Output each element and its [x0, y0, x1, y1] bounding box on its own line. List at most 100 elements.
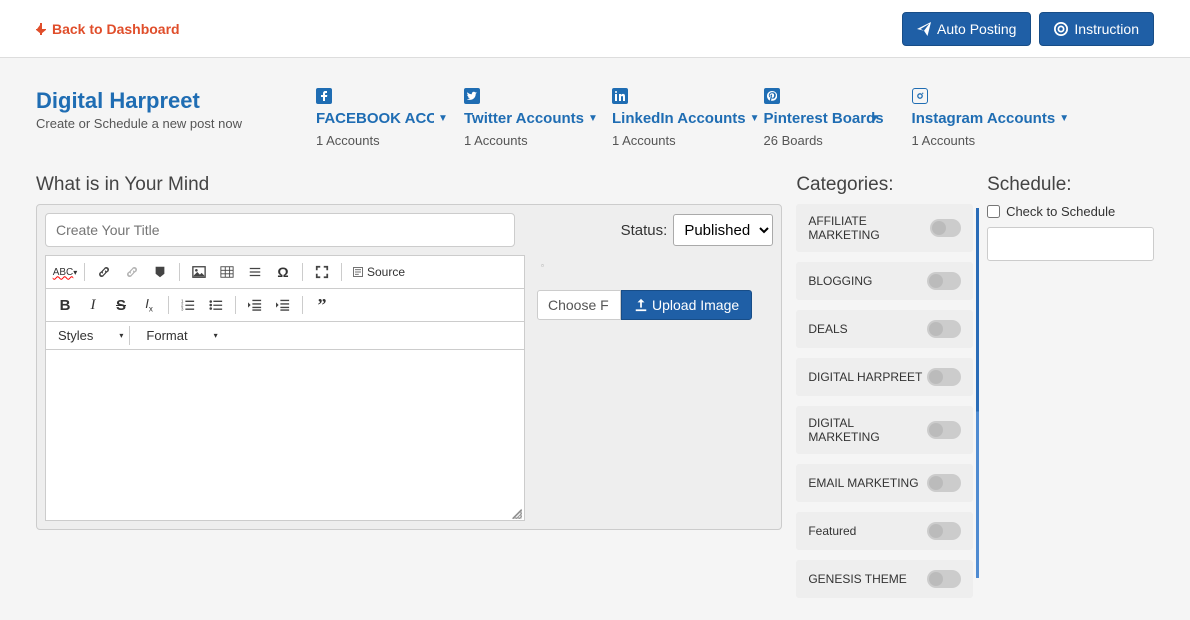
numbered-list-button[interactable]: 123 — [175, 293, 201, 317]
scrollbar[interactable] — [976, 208, 979, 578]
blockquote-button[interactable]: ” — [309, 293, 335, 317]
upload-label: Upload Image — [652, 297, 739, 313]
editor-section-title: What is in Your Mind — [36, 174, 782, 196]
schedule-date-input[interactable] — [987, 227, 1154, 261]
linkedin-icon — [612, 88, 628, 104]
choose-file-input[interactable]: Choose F — [537, 290, 621, 320]
anchor-button[interactable] — [147, 260, 173, 284]
category-item: BLOGGING — [796, 262, 973, 300]
table-button[interactable] — [214, 260, 240, 284]
topbar: Back to Dashboard Auto Posting Instructi… — [0, 0, 1190, 58]
caret-icon: ▼ — [1059, 113, 1069, 124]
image-button[interactable] — [186, 260, 212, 284]
brand-block: Digital Harpreet Create or Schedule a ne… — [36, 88, 296, 131]
brand-title: Digital Harpreet — [36, 88, 296, 114]
editor-column: What is in Your Mind Status: Published A… — [36, 174, 782, 608]
categories-title: Categories: — [796, 174, 973, 196]
paper-plane-icon — [917, 22, 931, 36]
styles-dropdown[interactable]: Styles▾ — [52, 326, 130, 345]
account-label: Instagram Accounts▼ — [912, 110, 1070, 127]
separator — [302, 263, 303, 281]
toggle[interactable] — [927, 272, 961, 290]
schedule-column: Schedule: Check to Schedule — [987, 174, 1154, 608]
categories-column: Categories: AFFILIATE MARKETING BLOGGING… — [796, 174, 973, 608]
schedule-check-label: Check to Schedule — [1006, 204, 1115, 219]
toggle[interactable] — [927, 522, 961, 540]
toggle[interactable] — [927, 474, 961, 492]
account-sub: 26 Boards — [764, 133, 823, 148]
schedule-checkbox-wrap[interactable]: Check to Schedule — [987, 204, 1154, 219]
specialchar-button[interactable]: Ω — [270, 260, 296, 284]
editor-box: Status: Published ABC▾ — [36, 204, 782, 530]
caret-icon: ▼ — [588, 113, 598, 124]
schedule-checkbox[interactable] — [987, 205, 1000, 218]
separator — [84, 263, 85, 281]
instagram-icon — [912, 88, 928, 104]
twitter-icon — [464, 88, 480, 104]
life-ring-icon — [1054, 22, 1068, 36]
upload-row: Choose F Upload Image — [537, 290, 773, 320]
auto-posting-button[interactable]: Auto Posting — [902, 12, 1031, 46]
back-to-dashboard-link[interactable]: Back to Dashboard — [36, 21, 180, 37]
account-label: Pinterest Boards▼ — [764, 110, 880, 127]
instruction-label: Instruction — [1074, 21, 1139, 37]
editor-body: ABC▾ Ω — [45, 255, 773, 521]
upload-icon — [634, 298, 648, 312]
facebook-icon — [316, 88, 332, 104]
instruction-button[interactable]: Instruction — [1039, 12, 1154, 46]
toggle[interactable] — [927, 570, 961, 588]
caret-icon: ▼ — [870, 113, 880, 124]
maximize-button[interactable] — [309, 260, 335, 284]
account-instagram[interactable]: Instagram Accounts▼ 1 Accounts — [912, 88, 1070, 148]
account-twitter[interactable]: Twitter Accounts▼ 1 Accounts — [464, 88, 608, 148]
editor-top-inputs: Status: Published — [45, 213, 773, 247]
rich-text-editor: ABC▾ Ω — [45, 255, 525, 521]
bold-button[interactable]: B — [52, 293, 78, 317]
toggle[interactable] — [930, 219, 961, 237]
resize-handle-icon[interactable] — [510, 506, 522, 518]
spellcheck-button[interactable]: ABC▾ — [52, 260, 78, 284]
removeformat-button[interactable]: Ix — [136, 293, 162, 317]
toggle[interactable] — [927, 320, 961, 338]
category-item: DEALS — [796, 310, 973, 348]
unlink-button[interactable] — [119, 260, 145, 284]
content: Digital Harpreet Create or Schedule a ne… — [0, 58, 1190, 608]
editor-textarea[interactable] — [46, 350, 524, 520]
source-button[interactable]: Source — [348, 260, 409, 284]
placeholder-dot: ▫ — [541, 261, 773, 270]
pinterest-icon — [764, 88, 780, 104]
bulleted-list-button[interactable] — [203, 293, 229, 317]
category-item: DIGITAL MARKETING — [796, 406, 973, 454]
toolbar-row-2: B I S Ix 123 ” — [46, 289, 524, 322]
categories-list: AFFILIATE MARKETING BLOGGING DEALS DIGIT… — [796, 204, 973, 598]
account-label: Twitter Accounts▼ — [464, 110, 598, 127]
upload-image-button[interactable]: Upload Image — [621, 290, 752, 320]
account-sub: 1 Accounts — [912, 133, 976, 148]
toggle[interactable] — [927, 421, 961, 439]
separator — [341, 263, 342, 281]
back-arrow-icon — [36, 23, 46, 35]
top-buttons: Auto Posting Instruction — [902, 12, 1154, 46]
caret-icon: ▼ — [438, 113, 448, 124]
status-select[interactable]: Published — [673, 214, 773, 246]
title-input[interactable] — [45, 213, 515, 247]
accounts-row: FACEBOOK ACCOUNT▼ 1 Accounts Twitter Acc… — [316, 88, 1154, 148]
outdent-button[interactable] — [242, 293, 268, 317]
status-label: Status: — [621, 222, 668, 239]
hr-button[interactable] — [242, 260, 268, 284]
link-button[interactable] — [91, 260, 117, 284]
indent-button[interactable] — [270, 293, 296, 317]
italic-button[interactable]: I — [80, 293, 106, 317]
schedule-title: Schedule: — [987, 174, 1154, 196]
account-sub: 1 Accounts — [464, 133, 528, 148]
separator — [235, 296, 236, 314]
toggle[interactable] — [927, 368, 961, 386]
svg-text:3: 3 — [181, 306, 184, 311]
strike-button[interactable]: S — [108, 293, 134, 317]
separator — [179, 263, 180, 281]
category-item: Featured — [796, 512, 973, 550]
format-dropdown[interactable]: Format▾ — [140, 326, 223, 345]
account-facebook[interactable]: FACEBOOK ACCOUNT▼ 1 Accounts — [316, 88, 460, 148]
account-pinterest[interactable]: Pinterest Boards▼ 26 Boards — [764, 88, 908, 148]
account-linkedin[interactable]: LinkedIn Accounts▼ 1 Accounts — [612, 88, 760, 148]
